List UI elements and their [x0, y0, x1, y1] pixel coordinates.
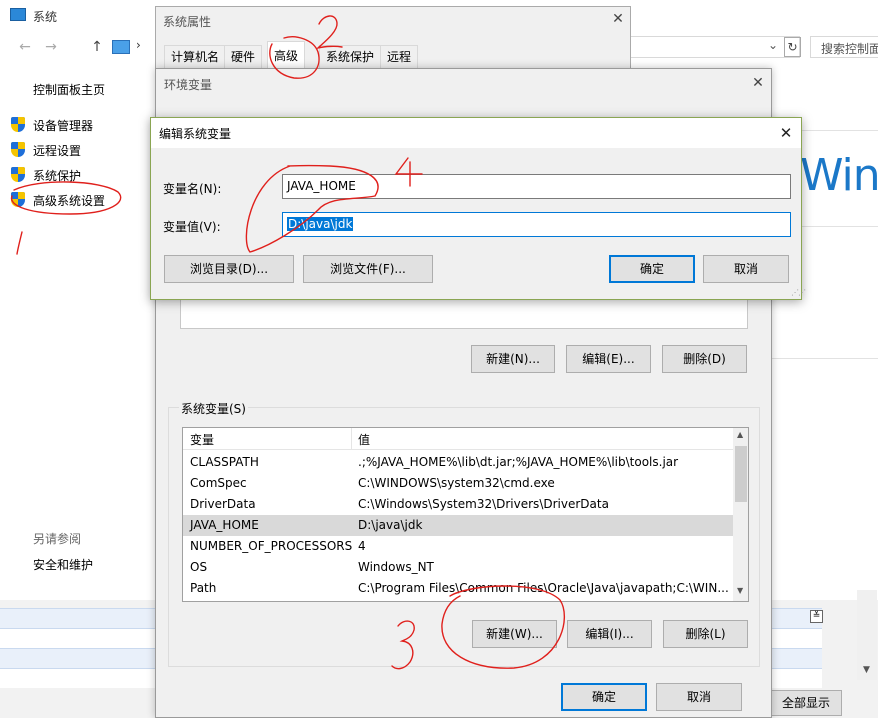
- system-properties-title: 系统属性: [163, 15, 212, 29]
- tab-remote[interactable]: 远程: [380, 45, 419, 69]
- system-edit-button[interactable]: 编辑(I)...: [567, 620, 652, 648]
- edit-system-variable-title: 编辑系统变量: [159, 127, 232, 141]
- variable-name: DriverData: [190, 497, 256, 511]
- browse-file-button[interactable]: 浏览文件(F)...: [303, 255, 433, 283]
- resize-grip-icon[interactable]: ⋰⋰: [791, 288, 806, 297]
- scroll-up-icon[interactable]: ▲: [737, 430, 743, 439]
- edit-system-variable-dialog: 编辑系统变量 ✕ 变量名(N): JAVA_HOME 变量值(V): D:\ja…: [150, 117, 806, 300]
- cancel-button[interactable]: 取消: [656, 683, 742, 711]
- remote-settings-link[interactable]: 远程设置: [33, 142, 81, 159]
- variable-value-input[interactable]: D:\java\jdk: [282, 212, 791, 237]
- user-delete-button[interactable]: 删除(D): [662, 345, 747, 373]
- dialog-titlebar: 编辑系统变量 ✕: [151, 118, 801, 148]
- scrollbar-thumb[interactable]: [735, 446, 747, 502]
- variable-name: OS: [190, 560, 208, 574]
- close-icon[interactable]: ✕: [775, 122, 797, 144]
- chevron-right-icon: ›: [136, 38, 141, 52]
- tab-computer-name[interactable]: 计算机名: [164, 45, 227, 69]
- uac-shield-icon: [10, 192, 26, 208]
- variable-value: C:\Windows\System32\Drivers\DriverData: [358, 497, 609, 511]
- show-all-button[interactable]: 全部显示: [770, 690, 842, 716]
- system-new-button[interactable]: 新建(W)...: [472, 620, 557, 648]
- up-arrow-icon[interactable]: ↑: [88, 38, 106, 56]
- table-row-selected[interactable]: JAVA_HOME D:\java\jdk: [183, 515, 733, 536]
- system-variables-group: 系统变量(S) 变量 值 CLASSPATH .;%JAVA_HOME%\lib…: [168, 400, 760, 667]
- advanced-system-settings-link[interactable]: 高级系统设置: [33, 192, 105, 209]
- close-icon[interactable]: ✕: [748, 73, 768, 93]
- table-scrollbar[interactable]: ▲ ▼: [733, 428, 748, 601]
- system-protection-link[interactable]: 系统保护: [33, 167, 81, 184]
- variable-value: C:\Program Files\Common Files\Oracle\Jav…: [358, 581, 728, 595]
- variable-name: CLASSPATH: [190, 455, 259, 469]
- security-maintenance-link[interactable]: 安全和维护: [33, 556, 93, 573]
- control-panel-home-link[interactable]: 控制面板主页: [33, 81, 105, 98]
- variable-value: 4: [358, 539, 366, 553]
- scroll-down-icon[interactable]: ▼: [737, 586, 743, 595]
- ok-button[interactable]: 确定: [609, 255, 695, 283]
- column-divider[interactable]: [351, 428, 352, 450]
- variable-name-input[interactable]: JAVA_HOME: [282, 174, 791, 199]
- close-icon[interactable]: ✕: [608, 9, 628, 29]
- chevron-down-icon[interactable]: ⌄: [768, 38, 778, 52]
- selected-text: D:\java\jdk: [287, 217, 354, 231]
- table-row[interactable]: CLASSPATH .;%JAVA_HOME%\lib\dt.jar;%JAVA…: [183, 452, 733, 473]
- device-manager-link[interactable]: 设备管理器: [33, 117, 93, 134]
- tab-hardware[interactable]: 硬件: [224, 45, 263, 69]
- table-row[interactable]: ComSpec C:\WINDOWS\system32\cmd.exe: [183, 473, 733, 494]
- system-delete-button[interactable]: 删除(L): [663, 620, 748, 648]
- refresh-icon[interactable]: ↻: [784, 37, 801, 57]
- monitor-icon: [10, 8, 26, 21]
- forward-arrow-icon[interactable]: →: [42, 38, 60, 56]
- environment-variables-title: 环境变量: [164, 78, 213, 92]
- user-new-button[interactable]: 新建(N)...: [471, 345, 555, 373]
- system-variables-table[interactable]: 变量 值 CLASSPATH .;%JAVA_HOME%\lib\dt.jar;…: [182, 427, 749, 602]
- system-window-title: 系统: [33, 10, 58, 24]
- tab-advanced[interactable]: 高级: [267, 41, 306, 69]
- uac-shield-icon: [10, 167, 26, 183]
- table-row[interactable]: OS Windows_NT: [183, 557, 733, 578]
- uac-shield-icon: [10, 142, 26, 158]
- collapse-button[interactable]: ≚: [810, 610, 823, 623]
- windows-brand-text: Wind: [800, 150, 878, 201]
- column-header-value[interactable]: 值: [358, 431, 370, 448]
- user-edit-button[interactable]: 编辑(E)...: [566, 345, 651, 373]
- table-row[interactable]: DriverData C:\Windows\System32\Drivers\D…: [183, 494, 733, 515]
- variable-name: ComSpec: [190, 476, 247, 490]
- scroll-down-icon[interactable]: ▼: [863, 665, 870, 675]
- system-variables-label: 系统变量(S): [179, 400, 248, 417]
- variable-name: Path: [190, 581, 217, 595]
- variable-value-label: 变量值(V):: [163, 220, 221, 234]
- tab-system-protection[interactable]: 系统保护: [319, 45, 382, 69]
- divider: [772, 358, 878, 359]
- browse-directory-button[interactable]: 浏览目录(D)...: [164, 255, 294, 283]
- variable-value: C:\WINDOWS\system32\cmd.exe: [358, 476, 555, 490]
- back-arrow-icon[interactable]: ←: [16, 38, 34, 56]
- uac-shield-icon: [10, 117, 26, 133]
- see-also-heading: 另请参阅: [33, 532, 82, 546]
- table-row[interactable]: Path C:\Program Files\Common Files\Oracl…: [183, 578, 733, 599]
- left-pane: 控制面板主页 设备管理器 远程设置 系统保护 高级系统设置: [0, 70, 155, 600]
- variable-value: .;%JAVA_HOME%\lib\dt.jar;%JAVA_HOME%\lib…: [358, 455, 679, 469]
- variable-name: JAVA_HOME: [190, 518, 259, 532]
- search-input[interactable]: 搜索控制面板: [810, 36, 878, 58]
- user-variables-list[interactable]: [180, 297, 748, 329]
- variable-name-label: 变量名(N):: [163, 182, 222, 196]
- cancel-button[interactable]: 取消: [703, 255, 789, 283]
- variable-name: NUMBER_OF_PROCESSORS: [190, 539, 353, 553]
- variable-value: D:\java\jdk: [358, 518, 423, 532]
- table-row[interactable]: NUMBER_OF_PROCESSORS 4: [183, 536, 733, 557]
- table-header: 变量 值: [183, 428, 733, 450]
- computer-icon: [112, 40, 130, 54]
- ok-button[interactable]: 确定: [561, 683, 647, 711]
- variable-value: Windows_NT: [358, 560, 434, 574]
- column-header-variable[interactable]: 变量: [190, 431, 214, 448]
